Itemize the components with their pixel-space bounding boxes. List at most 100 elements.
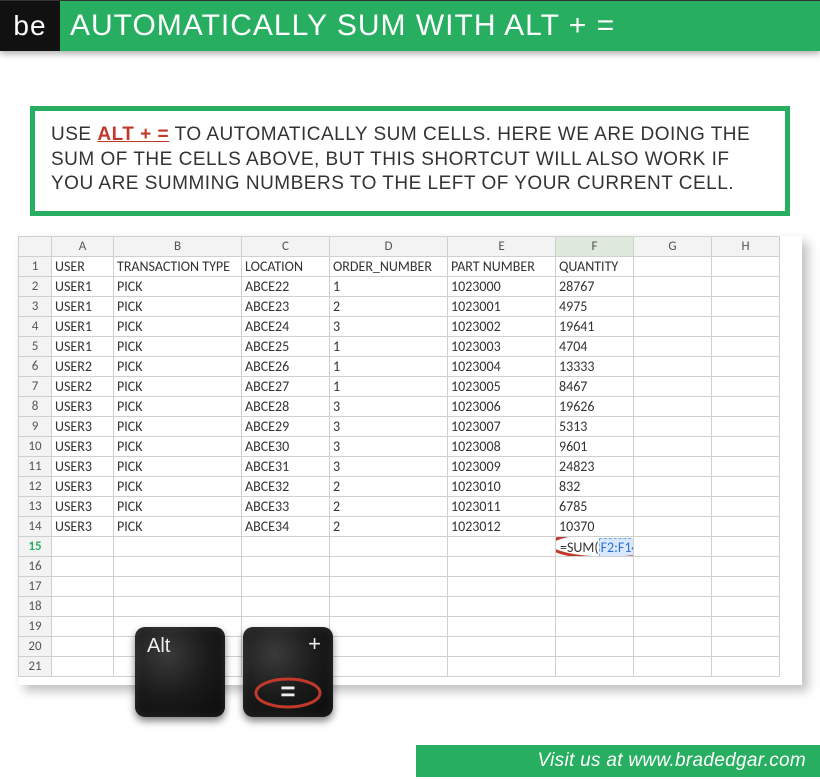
cell[interactable]: ABCE32 (242, 477, 330, 497)
cell[interactable]: ABCE29 (242, 417, 330, 437)
cell[interactable] (634, 537, 712, 557)
cell[interactable]: 1023003 (448, 337, 556, 357)
cell[interactable] (712, 517, 780, 537)
cell[interactable]: PICK (114, 277, 242, 297)
cell[interactable] (52, 597, 114, 617)
cell[interactable] (330, 577, 448, 597)
cell[interactable] (634, 657, 712, 677)
cell[interactable]: PICK (114, 457, 242, 477)
row-header[interactable]: 17 (19, 577, 52, 597)
cell[interactable]: USER3 (52, 477, 114, 497)
cell[interactable]: 1023006 (448, 397, 556, 417)
cell[interactable] (330, 637, 448, 657)
cell[interactable]: 1023005 (448, 377, 556, 397)
cell[interactable] (712, 617, 780, 637)
cell[interactable]: LOCATION (242, 257, 330, 277)
cell[interactable]: ABCE23 (242, 297, 330, 317)
cell[interactable] (330, 657, 448, 677)
cell[interactable] (634, 357, 712, 377)
cell[interactable]: PICK (114, 397, 242, 417)
cell[interactable] (712, 337, 780, 357)
row-header[interactable]: 12 (19, 477, 52, 497)
row-header[interactable]: 16 (19, 557, 52, 577)
cell[interactable]: USER1 (52, 317, 114, 337)
cell[interactable]: 2 (330, 517, 448, 537)
cell[interactable] (556, 577, 634, 597)
cell[interactable] (634, 557, 712, 577)
cell[interactable]: USER3 (52, 417, 114, 437)
cell[interactable]: PICK (114, 377, 242, 397)
cell[interactable]: 1023001 (448, 297, 556, 317)
cell[interactable]: 1023008 (448, 437, 556, 457)
cell[interactable]: 1023002 (448, 317, 556, 337)
cell[interactable]: ORDER_NUMBER (330, 257, 448, 277)
column-header-E[interactable]: E (448, 237, 556, 257)
row-header[interactable]: 13 (19, 497, 52, 517)
cell[interactable] (634, 397, 712, 417)
cell[interactable]: 2 (330, 477, 448, 497)
cell[interactable] (712, 257, 780, 277)
cell[interactable] (634, 517, 712, 537)
cell[interactable] (114, 557, 242, 577)
cell[interactable] (712, 537, 780, 557)
cell[interactable]: 1 (330, 357, 448, 377)
cell[interactable]: 2 (330, 497, 448, 517)
cell[interactable]: 19641 (556, 317, 634, 337)
cell[interactable] (712, 357, 780, 377)
cell[interactable] (712, 657, 780, 677)
cell[interactable] (634, 297, 712, 317)
cell[interactable] (52, 617, 114, 637)
row-header[interactable]: 2 (19, 277, 52, 297)
cell[interactable]: 19626 (556, 397, 634, 417)
cell[interactable] (634, 377, 712, 397)
cell[interactable]: ABCE31 (242, 457, 330, 477)
cell[interactable] (634, 577, 712, 597)
cell[interactable] (712, 637, 780, 657)
cell[interactable]: USER1 (52, 337, 114, 357)
cell[interactable] (330, 597, 448, 617)
cell[interactable]: 9601 (556, 437, 634, 457)
cell[interactable]: USER3 (52, 397, 114, 417)
cell[interactable]: 832 (556, 477, 634, 497)
cell[interactable]: PICK (114, 297, 242, 317)
cell[interactable]: PICK (114, 417, 242, 437)
cell[interactable] (52, 557, 114, 577)
column-header-H[interactable]: H (712, 237, 780, 257)
cell[interactable]: 1 (330, 337, 448, 357)
cell[interactable] (634, 437, 712, 457)
cell[interactable]: ABCE24 (242, 317, 330, 337)
row-header[interactable]: 15 (19, 537, 52, 557)
select-all-corner[interactable] (19, 237, 52, 257)
column-header-A[interactable]: A (52, 237, 114, 257)
cell[interactable]: PICK (114, 477, 242, 497)
cell[interactable] (114, 537, 242, 557)
cell[interactable] (114, 577, 242, 597)
cell[interactable] (634, 497, 712, 517)
cell[interactable] (634, 257, 712, 277)
cell[interactable]: USER1 (52, 297, 114, 317)
cell[interactable] (634, 337, 712, 357)
cell[interactable]: USER1 (52, 277, 114, 297)
cell[interactable]: 5313 (556, 417, 634, 437)
active-formula-cell[interactable]: =SUM(F2:F14)SUM(number1, [number2], …) (556, 537, 634, 557)
cell[interactable]: 2 (330, 297, 448, 317)
cell[interactable] (634, 277, 712, 297)
cell[interactable]: USER (52, 257, 114, 277)
cell[interactable]: USER3 (52, 457, 114, 477)
cell[interactable] (330, 537, 448, 557)
cell[interactable] (448, 657, 556, 677)
cell[interactable] (712, 437, 780, 457)
column-header-D[interactable]: D (330, 237, 448, 257)
cell[interactable]: ABCE25 (242, 337, 330, 357)
cell[interactable]: ABCE28 (242, 397, 330, 417)
row-header[interactable]: 14 (19, 517, 52, 537)
cell[interactable]: 6785 (556, 497, 634, 517)
cell[interactable]: PICK (114, 337, 242, 357)
column-header-F[interactable]: F (556, 237, 634, 257)
cell[interactable] (448, 617, 556, 637)
cell[interactable] (114, 597, 242, 617)
row-header[interactable]: 9 (19, 417, 52, 437)
cell[interactable] (634, 317, 712, 337)
cell[interactable] (242, 537, 330, 557)
cell[interactable] (448, 537, 556, 557)
